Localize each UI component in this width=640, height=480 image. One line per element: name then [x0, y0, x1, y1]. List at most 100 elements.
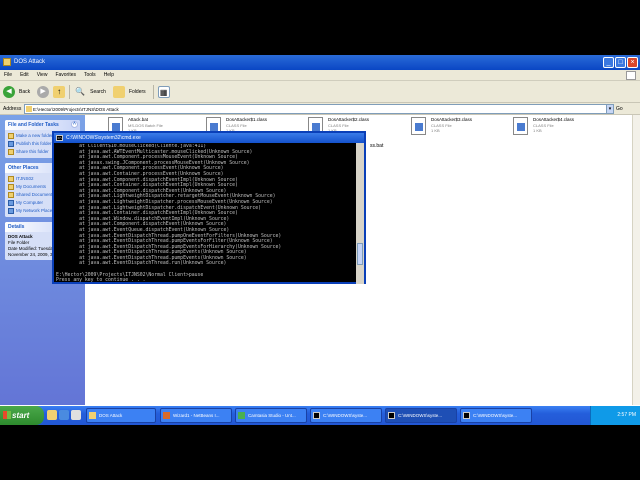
cmd-icon [313, 412, 320, 419]
cmd-line: Press any key to continue . . . [56, 278, 146, 283]
file-name: DosAttacker$1.class [226, 117, 268, 122]
place-label: ITJNS02 [16, 176, 34, 181]
taskbar-button-cmd-1[interactable]: C:\WINDOWS\syste... [310, 408, 382, 423]
panel-title: File and Folder Tasks [8, 122, 59, 128]
folder-icon [8, 176, 14, 182]
task-label: C:\WINDOWS\syste... [473, 413, 518, 418]
search-icon[interactable]: 🔍 [74, 86, 86, 98]
explorer-title-bar[interactable]: DOS Attack _ □ × [0, 55, 640, 70]
place-label: My Computer [16, 200, 44, 205]
taskbar-button-cmd-3[interactable]: C:\WINDOWS\syste... [460, 408, 532, 423]
forward-arrow-icon[interactable]: ▶ [37, 85, 50, 98]
views-icon[interactable]: ▦ [157, 85, 170, 98]
folder-icon [89, 412, 96, 419]
quick-launch [47, 410, 81, 420]
task-label: Camtasia Studio - Unt... [248, 413, 296, 418]
folders-button[interactable]: Folders [129, 89, 146, 95]
search-button[interactable]: Search [90, 89, 106, 95]
desktop-screen: DOS Attack _ □ × File Edit View Favorite… [0, 55, 640, 425]
task-label: C:\WINDOWS\syste... [398, 413, 443, 418]
toolbar-separator [152, 84, 154, 99]
menu-tools[interactable]: Tools [84, 70, 96, 80]
file-name: Attack.bat [128, 117, 149, 122]
task-label: Wizard1 - NetBeans I... [173, 413, 220, 418]
task-label: Share this folder [16, 149, 49, 154]
standard-toolbar: ◀ Back ▶ ↑ 🔍 Search Folders ▦ [0, 81, 640, 103]
place-label: My Network Places [16, 208, 55, 213]
up-folder-icon[interactable]: ↑ [53, 85, 66, 98]
vertical-scrollbar[interactable] [632, 115, 640, 405]
system-tray: 2:57 PM [590, 406, 640, 425]
taskbar-button-camtasia[interactable]: Camtasia Studio - Unt... [235, 408, 307, 423]
file-size: 1 KB [533, 128, 542, 133]
panel-header[interactable]: File and Folder Tasks ˄ [5, 120, 80, 130]
video-letterbox-top [0, 0, 640, 55]
place-label: Shared Documents [16, 192, 55, 197]
cmd-icon: C:\ [56, 135, 63, 141]
task-label: DOS Attack [99, 413, 123, 418]
file-name: DosAttacker$3.class [431, 117, 473, 122]
close-button[interactable]: × [627, 57, 638, 68]
cmd-title-bar[interactable]: C:\ C:\WINDOWS\system32\cmd.exe [54, 133, 364, 143]
new-folder-icon [8, 133, 14, 139]
computer-icon [8, 200, 14, 206]
file-item[interactable]: DosAttacker$3.class CLASS File 1 KB [411, 115, 511, 139]
cmd-scroll-thumb[interactable] [357, 243, 363, 265]
taskbar-button-cmd-2[interactable]: C:\WINDOWS\syste... [385, 408, 457, 423]
camtasia-icon [238, 412, 245, 419]
file-size: 1 KB [431, 128, 440, 133]
folder-icon [26, 106, 32, 112]
panel-title: Other Places [8, 165, 39, 171]
cmd-scrollbar[interactable] [356, 143, 364, 284]
clock[interactable]: 2:57 PM [617, 412, 636, 418]
place-label: My Documents [16, 184, 47, 189]
back-arrow-icon[interactable]: ◀ [3, 85, 15, 98]
window-controls: _ □ × [603, 57, 638, 68]
file-name: DosAttacker$2.class [328, 117, 370, 122]
cmd-window[interactable]: C:\ C:\WINDOWS\system32\cmd.exe at Clile… [52, 131, 366, 284]
address-value: E:\Hector\2009\Projects\ITJNS\DOS Attack [33, 107, 119, 112]
toolbar-separator [69, 84, 71, 99]
menu-help[interactable]: Help [104, 70, 114, 80]
folder-icon [3, 58, 11, 66]
task-label: C:\WINDOWS\syste... [323, 413, 368, 418]
cmd-icon [388, 412, 395, 419]
go-button[interactable]: Go [616, 104, 623, 114]
start-button[interactable]: start [0, 406, 44, 425]
panel-title: Details [8, 224, 25, 230]
class-file-icon [411, 117, 426, 135]
menu-favorites[interactable]: Favorites [55, 70, 76, 80]
folders-icon[interactable] [112, 85, 125, 98]
network-icon [8, 208, 14, 214]
address-label: Address [3, 106, 22, 112]
netbeans-icon [163, 412, 170, 419]
cmd-output[interactable]: at Clilent$10.mouseClicked(Cliente.java:… [56, 144, 354, 283]
quick-launch-icon[interactable] [47, 410, 57, 420]
address-bar: Address E:\Hector\2009\Projects\ITJNS\DO… [0, 103, 640, 115]
taskbar-button-dos-attack[interactable]: DOS Attack [86, 408, 156, 423]
quick-launch-icon[interactable] [71, 410, 81, 420]
taskbar-button-netbeans[interactable]: Wizard1 - NetBeans I... [160, 408, 232, 423]
quick-launch-icon[interactable] [59, 410, 69, 420]
start-label: start [12, 411, 30, 420]
back-button[interactable]: Back [19, 89, 30, 95]
chevron-up-icon[interactable]: ˄ [71, 121, 78, 128]
menu-bar: File Edit View Favorites Tools Help [0, 70, 640, 81]
window-title: DOS Attack [14, 59, 46, 65]
address-dropdown-icon[interactable]: ▾ [606, 104, 614, 114]
file-item[interactable]: DosAttacker$4.class CLASS File 1 KB [513, 115, 613, 139]
menu-edit[interactable]: Edit [20, 70, 29, 80]
minimize-button[interactable]: _ [603, 57, 614, 68]
class-file-icon [513, 117, 528, 135]
share-icon [8, 149, 14, 155]
windows-flag-icon [3, 411, 11, 419]
maximize-button[interactable]: □ [615, 57, 626, 68]
address-input[interactable]: E:\Hector\2009\Projects\ITJNS\DOS Attack [24, 104, 610, 114]
partial-file-label[interactable]: ss.bat [370, 143, 383, 149]
file-name: DosAttacker$4.class [533, 117, 575, 122]
cmd-title: C:\WINDOWS\system32\cmd.exe [66, 135, 141, 141]
menu-file[interactable]: File [4, 70, 12, 80]
windows-logo-icon [626, 71, 636, 80]
task-label: Make a new folder [16, 133, 53, 138]
menu-view[interactable]: View [37, 70, 48, 80]
